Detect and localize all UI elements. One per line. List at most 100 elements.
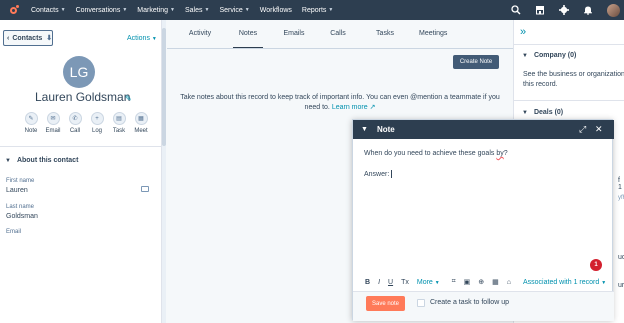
actions-dropdown[interactable]: Actions ▼ [127, 35, 157, 42]
chevron-down-icon: ▼ [151, 36, 157, 42]
nav-service[interactable]: Service ▼ [219, 7, 249, 14]
underline-icon[interactable]: U [388, 279, 393, 286]
notes-empty-state: Take notes about this record to keep tra… [177, 93, 503, 113]
record-tabs: Activity Notes Emails Calls Tasks Meetin… [167, 30, 513, 49]
last-name-label: Last name [6, 204, 35, 210]
last-name-value[interactable]: Goldsman [6, 213, 38, 220]
table-icon[interactable]: ▦ [492, 278, 499, 286]
chevron-down-icon: ▼ [60, 7, 66, 13]
note-action-button[interactable]: ✎ Note [21, 112, 41, 134]
tab-meetings[interactable]: Meetings [419, 30, 447, 49]
learn-more-link[interactable]: Learn more ↗ [332, 104, 376, 111]
edit-pencil-icon[interactable]: ✎ [125, 94, 132, 103]
search-icon[interactable] [509, 3, 523, 17]
tab-calls[interactable]: Calls [325, 30, 351, 49]
text-cursor [391, 170, 393, 178]
action-label: Email [45, 128, 61, 134]
link-icon[interactable]: ⊕ [478, 278, 484, 286]
note-dialog-header: ▼ Note ⤢ ✕ [353, 120, 614, 139]
action-label: Meet [134, 128, 148, 134]
contact-name: Lauren Goldsman [35, 90, 131, 104]
close-icon[interactable]: ✕ [595, 124, 603, 135]
company-section-toggle[interactable]: ▼ Company (0) [522, 52, 576, 59]
back-label: Contacts [12, 34, 43, 42]
follow-up-task-label[interactable]: Create a task to follow up [430, 299, 509, 306]
italic-icon[interactable]: I [378, 279, 380, 286]
settings-icon[interactable] [557, 3, 571, 17]
nav-marketing[interactable]: Marketing ▼ [137, 7, 175, 14]
nav-contacts[interactable]: Contacts ▼ [31, 7, 66, 14]
meet-action-button[interactable]: ▦ Meet [131, 112, 151, 134]
nav-label: Sales [184, 6, 203, 14]
expand-icon[interactable]: ⤢ [579, 124, 586, 135]
tab-notes[interactable]: Notes [233, 30, 263, 49]
chevron-down-icon: ▼ [5, 157, 11, 164]
follow-up-task-checkbox[interactable] [417, 299, 425, 307]
marketplace-icon[interactable] [533, 3, 547, 17]
download-icon: ⬇ [46, 35, 53, 42]
association-label: Associated with 1 record [523, 279, 600, 286]
first-name-value[interactable]: Lauren [6, 187, 28, 194]
scrollbar-thumb[interactable] [162, 28, 166, 146]
snippet-icon[interactable]: ⌗ [452, 278, 456, 286]
divider [514, 100, 624, 101]
nav-conversations[interactable]: Conversations ▼ [76, 7, 128, 14]
section-title: Company (0) [533, 52, 577, 59]
expand-sidebar-icon[interactable]: » [520, 26, 526, 38]
hubspot-sprocket-icon[interactable] [8, 4, 19, 16]
note-body-line-1[interactable]: When do you need to achieve these goals … [364, 150, 508, 157]
task-action-button[interactable]: ▤ Task [109, 112, 129, 134]
plus-icon: + [90, 112, 104, 125]
bold-icon[interactable]: B [365, 279, 370, 286]
nav-sales[interactable]: Sales ▼ [185, 7, 209, 14]
peek-text: yfhb [618, 195, 624, 201]
chevron-down-icon: ▼ [601, 280, 607, 286]
details-card-icon[interactable] [141, 186, 149, 192]
divider [514, 44, 624, 45]
tab-divider [167, 48, 513, 49]
image-icon[interactable]: ▣ [464, 278, 471, 286]
notifications-icon[interactable] [581, 3, 595, 17]
actions-label: Actions [127, 35, 150, 42]
nav-label: Reports [301, 6, 327, 14]
nav-workflows[interactable]: Workflows [260, 7, 292, 14]
more-label: More [416, 278, 433, 286]
call-action-button[interactable]: ✆ Call [65, 112, 85, 134]
tab-emails[interactable]: Emails [263, 30, 325, 49]
about-section-toggle[interactable]: ▼ About this contact [5, 157, 78, 164]
deals-section-toggle[interactable]: ▼ Deals (0) [522, 109, 563, 116]
associations-dropdown[interactable]: Associated with 1 record ▼ [523, 279, 606, 286]
sidebar-scrollbar[interactable] [162, 20, 166, 323]
learn-more-label: Learn more [331, 104, 368, 111]
section-title: About this contact [16, 157, 79, 164]
phone-icon: ✆ [68, 112, 82, 125]
clear-format-icon[interactable]: Tx [401, 279, 409, 286]
note-icon: ✎ [24, 112, 38, 125]
back-to-contacts-button[interactable]: ‹ Contacts ⬇ [3, 30, 53, 46]
peek-text: f 1 [618, 177, 622, 191]
collapse-icon[interactable]: ▼ [361, 126, 368, 133]
quick-actions: ✎ Note ✉ Email ✆ Call + Log ▤ Task ▦ Meet [21, 112, 153, 134]
note-dialog: ▼ Note ⤢ ✕ When do you need to achieve t… [352, 119, 614, 321]
action-label: Call [69, 128, 81, 134]
nav-label: Contacts [31, 6, 59, 14]
tab-tasks[interactable]: Tasks [351, 30, 419, 49]
email-label: Email [6, 229, 22, 235]
save-note-button[interactable]: Save note [366, 296, 405, 311]
tab-activity[interactable]: Activity [167, 30, 233, 49]
more-formatting-dropdown[interactable]: More ▼ [417, 279, 440, 286]
attachment-icon[interactable]: ⌂ [507, 279, 511, 286]
contact-avatar[interactable]: LG [63, 56, 95, 88]
note-body-line-2[interactable]: Answer: [364, 170, 393, 178]
first-name-label: First name [6, 178, 35, 184]
email-action-button[interactable]: ✉ Email [43, 112, 63, 134]
note-text: Answer: [364, 170, 390, 178]
company-help-text: See the business or organization as [523, 71, 624, 78]
create-note-button[interactable]: Create Note [453, 55, 499, 69]
chevron-down-icon: ▼ [122, 7, 128, 13]
external-link-icon: ↗ [369, 104, 376, 111]
chevron-down-icon: ▼ [244, 7, 250, 13]
user-avatar[interactable] [607, 3, 620, 17]
nav-reports[interactable]: Reports ▼ [302, 7, 333, 14]
log-action-button[interactable]: + Log [87, 112, 107, 134]
